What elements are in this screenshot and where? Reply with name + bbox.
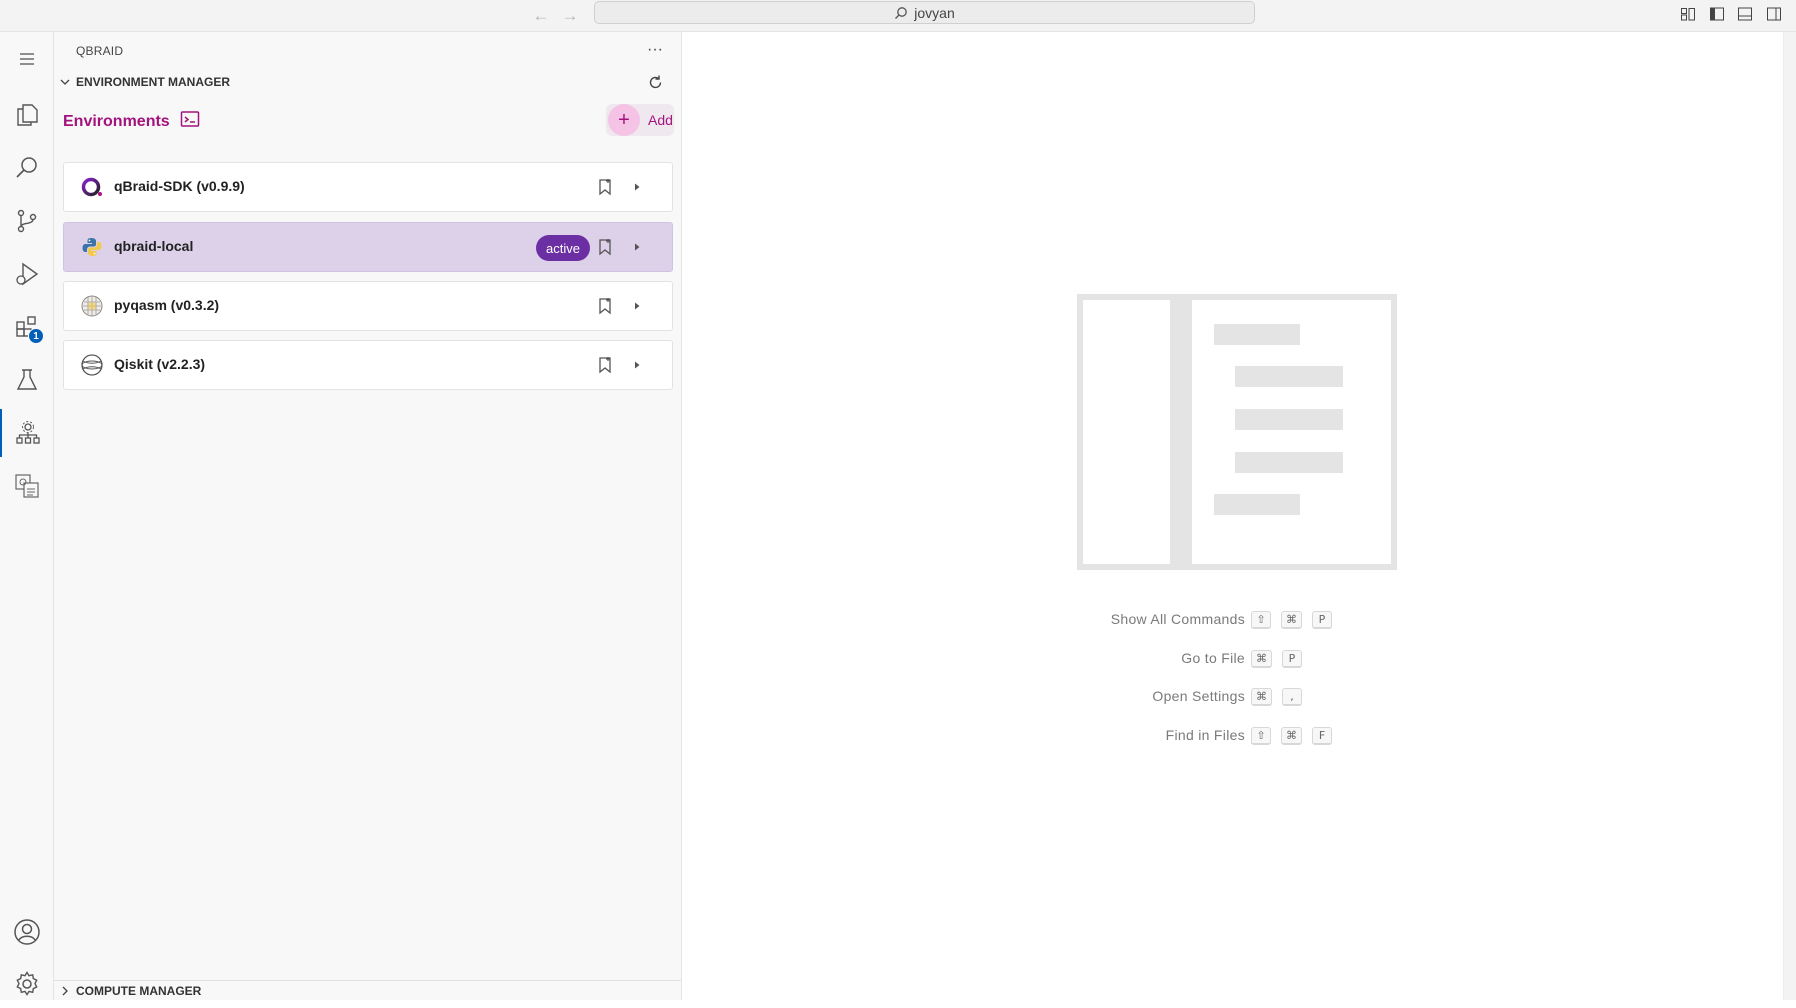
active-badge: active bbox=[536, 235, 590, 261]
shortcut-label: Find in Files bbox=[1165, 727, 1245, 743]
forward-arrow-icon[interactable]: → bbox=[558, 4, 582, 28]
environment-item-qiskit[interactable]: Qiskit (v2.2.3) bbox=[63, 340, 673, 390]
explorer-icon[interactable] bbox=[0, 91, 54, 139]
account-icon[interactable] bbox=[0, 908, 54, 956]
toggle-primary-sidebar-icon[interactable] bbox=[1707, 4, 1727, 24]
environment-name: pyqasm (v0.3.2) bbox=[114, 297, 220, 313]
expand-arrow-icon[interactable] bbox=[626, 176, 648, 198]
shortcut-find-in-files[interactable]: Find in Files ⇧ ⌘ F bbox=[983, 724, 1483, 748]
keycap-cmd: ⌘ bbox=[1251, 688, 1272, 706]
search-text: jovyan bbox=[914, 4, 955, 21]
title-bar: ← → jovyan bbox=[0, 0, 1796, 32]
settings-gear-icon[interactable] bbox=[0, 960, 54, 1008]
environment-name: Qiskit (v2.2.3) bbox=[114, 356, 206, 372]
activity-bar: 1 bbox=[0, 32, 54, 1000]
keycap-cmd: ⌘ bbox=[1281, 727, 1302, 745]
add-environment-button[interactable]: + Add bbox=[606, 104, 674, 136]
qbraid-logo-icon bbox=[80, 175, 104, 199]
environment-manager-header[interactable]: ENVIRONMENT MANAGER bbox=[54, 70, 681, 94]
search-activity-icon[interactable] bbox=[0, 144, 54, 192]
testing-icon[interactable] bbox=[0, 356, 54, 404]
environment-name: qbraid-local bbox=[114, 238, 194, 254]
back-arrow-icon[interactable]: ← bbox=[529, 4, 553, 28]
environment-item-qbraid-local[interactable]: qbraid-local active bbox=[63, 222, 673, 272]
pyqasm-icon bbox=[80, 294, 104, 318]
keycap-cmd: ⌘ bbox=[1281, 611, 1302, 629]
environments-title: Environments bbox=[63, 112, 170, 130]
toggle-secondary-sidebar-icon[interactable] bbox=[1764, 4, 1784, 24]
extensions-badge: 1 bbox=[28, 328, 44, 344]
environment-name: qBraid-SDK (v0.9.9) bbox=[114, 178, 245, 194]
extensions-icon[interactable]: 1 bbox=[0, 303, 54, 351]
editor-scrollbar[interactable] bbox=[1783, 32, 1796, 1000]
toggle-panel-icon[interactable] bbox=[1735, 4, 1755, 24]
environment-manager-label: ENVIRONMENT MANAGER bbox=[76, 75, 231, 89]
keycap-p: P bbox=[1282, 650, 1302, 668]
compute-manager-label: COMPUTE MANAGER bbox=[76, 984, 202, 998]
environment-item-qbraid-sdk[interactable]: qBraid-SDK (v0.9.9) bbox=[63, 162, 673, 212]
keycap-shift: ⇧ bbox=[1251, 611, 1271, 629]
keycap-p: P bbox=[1312, 611, 1332, 629]
expand-arrow-icon[interactable] bbox=[626, 236, 648, 258]
keycap-cmd: ⌘ bbox=[1251, 650, 1272, 668]
add-label: Add bbox=[648, 112, 673, 128]
expand-arrow-icon[interactable] bbox=[626, 295, 648, 317]
terminal-icon[interactable] bbox=[180, 110, 200, 133]
bookmark-icon[interactable] bbox=[594, 176, 616, 198]
compute-manager-header[interactable]: COMPUTE MANAGER bbox=[54, 982, 681, 1000]
bookmark-icon[interactable] bbox=[594, 236, 616, 258]
editor-area: Show All Commands ⇧ ⌘ P Go to File ⌘ P O… bbox=[683, 32, 1783, 1000]
more-actions-button[interactable]: ··· bbox=[642, 38, 668, 62]
python-icon bbox=[80, 235, 104, 259]
environment-item-pyqasm[interactable]: pyqasm (v0.3.2) bbox=[63, 281, 673, 331]
plus-icon: + bbox=[608, 104, 640, 136]
keycap-f: F bbox=[1312, 727, 1332, 745]
shortcut-label: Open Settings bbox=[1152, 688, 1245, 704]
keycap-shift: ⇧ bbox=[1251, 727, 1271, 745]
customize-layout-icon[interactable] bbox=[1678, 4, 1698, 24]
editor-watermark-logo bbox=[1077, 294, 1397, 570]
bookmark-icon[interactable] bbox=[594, 354, 616, 376]
sidebar-title: QBRAID bbox=[76, 44, 124, 58]
search-icon bbox=[895, 6, 908, 19]
bookmark-icon[interactable] bbox=[594, 295, 616, 317]
shortcut-label: Show All Commands bbox=[1110, 611, 1245, 627]
shortcut-open-settings[interactable]: Open Settings ⌘ , bbox=[983, 685, 1483, 709]
chevron-right-icon bbox=[58, 984, 72, 998]
globe-icon bbox=[80, 353, 104, 377]
shortcut-label: Go to File bbox=[1181, 650, 1245, 666]
qbraid-environments-icon[interactable] bbox=[0, 409, 54, 457]
source-control-icon[interactable] bbox=[0, 197, 54, 245]
shortcut-show-all-commands[interactable]: Show All Commands ⇧ ⌘ P bbox=[983, 608, 1483, 632]
command-center-search[interactable]: jovyan bbox=[594, 1, 1255, 24]
shortcut-go-to-file[interactable]: Go to File ⌘ P bbox=[983, 647, 1483, 671]
section-divider bbox=[54, 980, 681, 981]
environments-heading: Environments bbox=[63, 110, 200, 133]
qbraid-quantum-icon[interactable] bbox=[0, 462, 54, 510]
primary-sidebar: QBRAID ··· ENVIRONMENT MANAGER Environme… bbox=[54, 32, 682, 1000]
keycap-comma: , bbox=[1282, 688, 1302, 706]
menu-icon[interactable] bbox=[0, 35, 54, 83]
chevron-down-icon bbox=[58, 75, 72, 89]
expand-arrow-icon[interactable] bbox=[626, 354, 648, 376]
refresh-icon[interactable] bbox=[642, 70, 668, 94]
run-debug-icon[interactable] bbox=[0, 250, 54, 298]
